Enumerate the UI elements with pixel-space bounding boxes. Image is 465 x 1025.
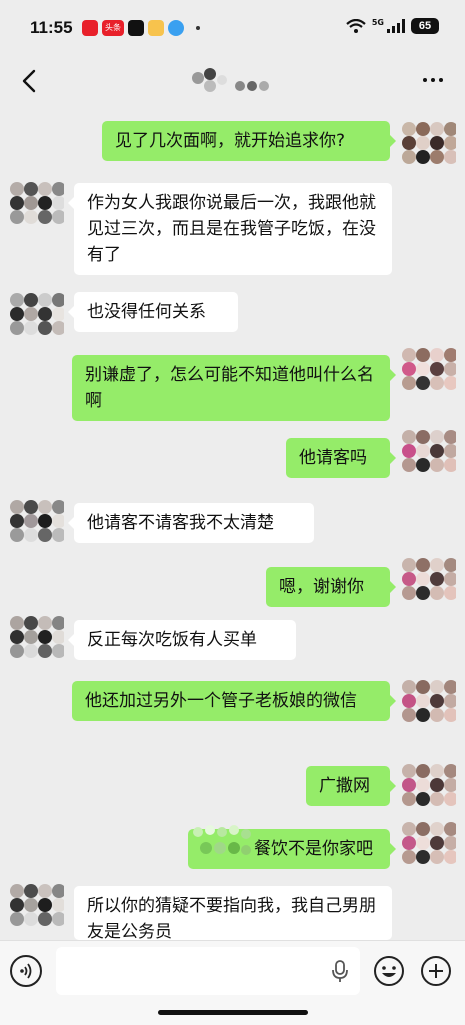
back-icon[interactable] xyxy=(18,68,44,94)
message-input[interactable] xyxy=(56,947,360,995)
mic-icon[interactable] xyxy=(330,959,350,983)
message-bubble[interactable]: 反正每次吃饭有人买单 xyxy=(68,620,296,660)
battery-icon: 65 xyxy=(411,18,439,34)
home-indicator[interactable] xyxy=(158,1010,308,1015)
message-bubble[interactable]: 嗯，谢谢你 xyxy=(266,567,396,607)
message-bubble[interactable]: 所以你的猜疑不要指向我，我自己男朋友是公务员 xyxy=(74,886,392,940)
status-bar: 11:55 头条 5G 65 xyxy=(0,0,465,58)
message-bubble[interactable]: 他请客吗 xyxy=(286,438,396,478)
avatar-self[interactable] xyxy=(400,676,456,732)
app-notification-icon-2 xyxy=(148,20,164,36)
message-bubble[interactable]: 作为女人我跟你说最后一次，我跟他就见过三次，而且是在我管子吃饭，在没有了 xyxy=(68,183,392,275)
notification-icons: 头条 xyxy=(82,20,200,36)
signal-icon xyxy=(387,19,405,33)
plus-icon[interactable] xyxy=(420,955,452,987)
more-options-icon[interactable] xyxy=(423,78,443,82)
app-notification-icon xyxy=(82,20,98,36)
more-notifications-dot-icon xyxy=(196,26,200,30)
network-type: 5G xyxy=(371,17,384,27)
message-bubble[interactable]: 也没得任何关系 xyxy=(68,292,238,332)
chat-header xyxy=(0,58,465,104)
app-notification-icon-3 xyxy=(168,20,184,36)
chat-title-obscured xyxy=(192,68,269,92)
emoji-icon[interactable] xyxy=(373,955,405,987)
status-right: 5G 65 xyxy=(346,18,439,34)
avatar-other[interactable] xyxy=(8,178,64,234)
avatar-self[interactable] xyxy=(400,818,456,874)
message-bubble[interactable]: 他请客不请客我不太清楚 xyxy=(68,503,314,543)
avatar-other[interactable] xyxy=(8,612,64,668)
avatar-self[interactable] xyxy=(400,118,456,174)
status-time: 11:55 xyxy=(30,18,73,37)
voice-toggle-button[interactable] xyxy=(10,955,42,987)
tiktok-icon xyxy=(128,20,144,36)
avatar-self[interactable] xyxy=(400,344,456,400)
message-bubble[interactable]: 他还加过另外一个管子老板娘的微信 xyxy=(72,681,396,721)
voice-icon xyxy=(20,963,32,979)
avatar-other[interactable] xyxy=(8,289,64,345)
obscured-text-overlay xyxy=(193,825,251,855)
message-bubble[interactable]: 广撒网 xyxy=(306,766,396,806)
wifi-icon xyxy=(346,19,366,33)
message-bubble[interactable]: 见了几次面啊，就开始追求你? xyxy=(102,121,396,161)
avatar-other[interactable] xyxy=(8,880,64,936)
message-bubble[interactable]: 别谦虚了，怎么可能不知道他叫什么名啊 xyxy=(72,355,396,421)
avatar-other[interactable] xyxy=(8,496,64,552)
avatar-self[interactable] xyxy=(400,554,456,610)
avatar-self[interactable] xyxy=(400,760,456,816)
avatar-self[interactable] xyxy=(400,426,456,482)
toutiao-icon: 头条 xyxy=(102,20,124,36)
